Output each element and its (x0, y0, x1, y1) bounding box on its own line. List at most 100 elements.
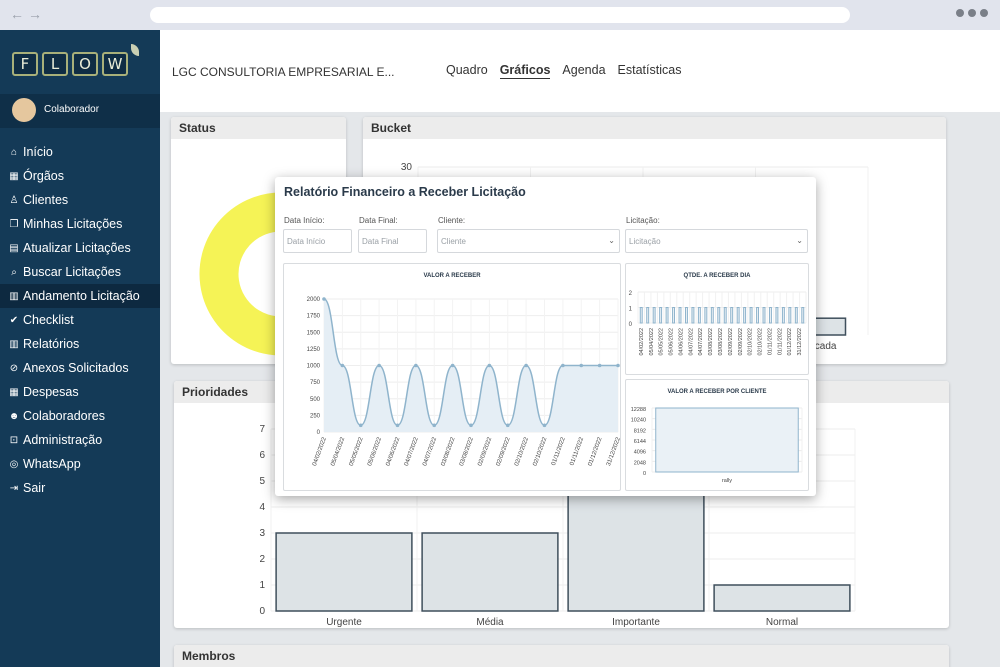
back-arrow-icon[interactable]: ← (10, 6, 24, 22)
search-icon: ⌕ (11, 266, 17, 278)
data-point (340, 363, 345, 368)
browser-menu-icon[interactable] (956, 9, 988, 17)
data-point (414, 363, 418, 368)
data-point (395, 423, 400, 428)
forward-arrow-icon[interactable]: → (28, 6, 42, 22)
y-tick-label: 8192 (634, 428, 646, 434)
start-date-input[interactable]: Data Início (283, 229, 352, 253)
y-tick-label: 0 (259, 606, 265, 617)
tab-quadro[interactable]: Quadro (446, 63, 488, 79)
x-tick-label: 01/12/2022 (588, 436, 604, 467)
user-profile[interactable]: Colaborador (0, 94, 160, 128)
data-point (358, 423, 363, 428)
sidebar-item-label: Buscar Licitações (23, 265, 121, 279)
bid-select[interactable]: Licitação ⌄ (625, 229, 808, 253)
x-tick-label: 05/05/2022 (659, 328, 665, 356)
client-select[interactable]: Cliente ⌄ (437, 229, 620, 253)
tab-graficos[interactable]: Gráficos (499, 63, 551, 79)
x-tick-label: 31/12/2022 (797, 328, 803, 356)
y-tick-label: 2 (629, 291, 633, 297)
logo-letter: W (102, 52, 128, 76)
tab-estatisticas[interactable]: Estatísticas (618, 63, 682, 79)
x-tick-label: 31/12/2022 (606, 436, 622, 467)
sidebar-item[interactable]: ⇥ Sair (0, 476, 160, 500)
card-icon: ▤ (9, 242, 19, 254)
sidebar-item[interactable]: ⊡ Administração (0, 428, 160, 452)
sidebar-item[interactable]: ◎ WhatsApp (0, 452, 160, 476)
valor-receber-line-chart: 0 250 500 750 1000 1250 1500 1750 2000 04/02/2022… (307, 297, 622, 467)
y-tick-label: 1500 (307, 330, 321, 336)
sidebar-item-label: Início (23, 145, 53, 159)
sidebar-item[interactable]: ▤ Atualizar Licitações (0, 236, 160, 260)
x-tick-label: 05/06/2022 (669, 328, 675, 356)
valor-receber-panel: VALOR A RECEBER 0 250 500 750 1000 1250 1500 17… (283, 263, 622, 491)
x-tick-label: Média (476, 617, 504, 628)
bar (275, 532, 413, 612)
flow-logo[interactable]: F L O W (12, 52, 128, 76)
sidebar-item[interactable]: ▥ Andamento Licitação (0, 284, 160, 308)
sidebar-item[interactable]: ⌕ Buscar Licitações (0, 260, 160, 284)
x-tick-label: 01/11/2022 (551, 436, 567, 466)
avatar (12, 98, 36, 122)
y-tick-label: 2000 (307, 297, 321, 303)
address-bar[interactable] (150, 7, 850, 23)
sidebar-item[interactable]: ▥ Relatórios (0, 332, 160, 356)
chevron-down-icon: ⌄ (608, 236, 615, 245)
sidebar-item[interactable]: ⊘ Anexos Solicitados (0, 356, 160, 380)
y-tick-label: 1750 (307, 314, 321, 320)
y-tick-label: 2048 (634, 460, 646, 466)
sidebar-item[interactable]: ☻ Colaboradores (0, 404, 160, 428)
x-tick-label: Normal (766, 617, 798, 628)
bar (678, 307, 682, 324)
x-tick-label: 03/08/2022 (718, 328, 724, 356)
x-tick-label: 03/08/2022 (459, 436, 475, 467)
data-point (579, 363, 584, 368)
sidebar-item[interactable]: ▦ Órgãos (0, 164, 160, 188)
y-tick-label: 5 (259, 476, 265, 487)
y-tick-label: 0 (629, 322, 633, 328)
bar (691, 307, 695, 324)
y-tick-label: 750 (310, 380, 321, 386)
bar (794, 307, 798, 324)
top-bar: LGC CONSULTORIA EMPRESARIAL E... Quadro … (160, 30, 1000, 112)
bar (421, 532, 559, 612)
sidebar-item-label: Checklist (23, 313, 74, 327)
x-tick-label: 01/11/2022 (777, 328, 783, 355)
x-tick-label: 03/08/2022 (708, 328, 714, 356)
y-tick-label: 250 (310, 413, 321, 419)
home-icon: ⌂ (10, 146, 18, 158)
sidebar-item[interactable]: ▦ Despesas (0, 380, 160, 404)
qtde-dia-panel: QTDE. A RECEBER DIA 0 1 2 04/02/2022 05/04/2… (625, 263, 809, 375)
bar (672, 307, 676, 324)
end-date-input[interactable]: Data Final (358, 229, 427, 253)
sidebar-item[interactable]: ✔ Checklist (0, 308, 160, 332)
sidebar-item[interactable]: ⌂ Início (0, 140, 160, 164)
start-date-placeholder: Data Início (287, 237, 326, 246)
logo-letter: F (12, 52, 38, 76)
bar (713, 584, 851, 612)
y-tick-label: 7 (259, 424, 265, 435)
status-card-title: Status (171, 117, 346, 139)
x-tick-label: 01/11/2022 (569, 436, 585, 466)
sidebar-item[interactable]: ❐ Minhas Licitações (0, 212, 160, 236)
x-tick-label: 05/04/2022 (330, 436, 346, 467)
y-tick-label: 0 (643, 471, 646, 477)
y-tick-label: 1 (629, 307, 633, 313)
paperclip-icon: ⊘ (9, 362, 19, 374)
tab-agenda[interactable]: Agenda (562, 63, 605, 79)
view-tabs: Quadro Gráficos Agenda Estatísticas (446, 63, 681, 79)
sidebar-item-label: Despesas (23, 385, 79, 399)
chart-icon: ▥ (9, 290, 19, 302)
x-tick-label: 04/02/2022 (639, 328, 645, 356)
bank-icon: ▦ (9, 170, 19, 182)
bar (781, 307, 785, 324)
client-label: Cliente: (438, 216, 466, 225)
x-tick-label: 02/10/2022 (758, 328, 764, 356)
company-name: LGC CONSULTORIA EMPRESARIAL E... (172, 65, 395, 79)
sidebar-item[interactable]: ♙ Clientes (0, 188, 160, 212)
sidebar-item-label: Colaboradores (23, 409, 105, 423)
x-tick-label: 02/09/2022 (496, 436, 512, 467)
membros-card: Membros (174, 645, 949, 667)
y-tick-label: 4096 (634, 450, 646, 456)
x-tick-label: 02/09/2022 (728, 328, 734, 356)
